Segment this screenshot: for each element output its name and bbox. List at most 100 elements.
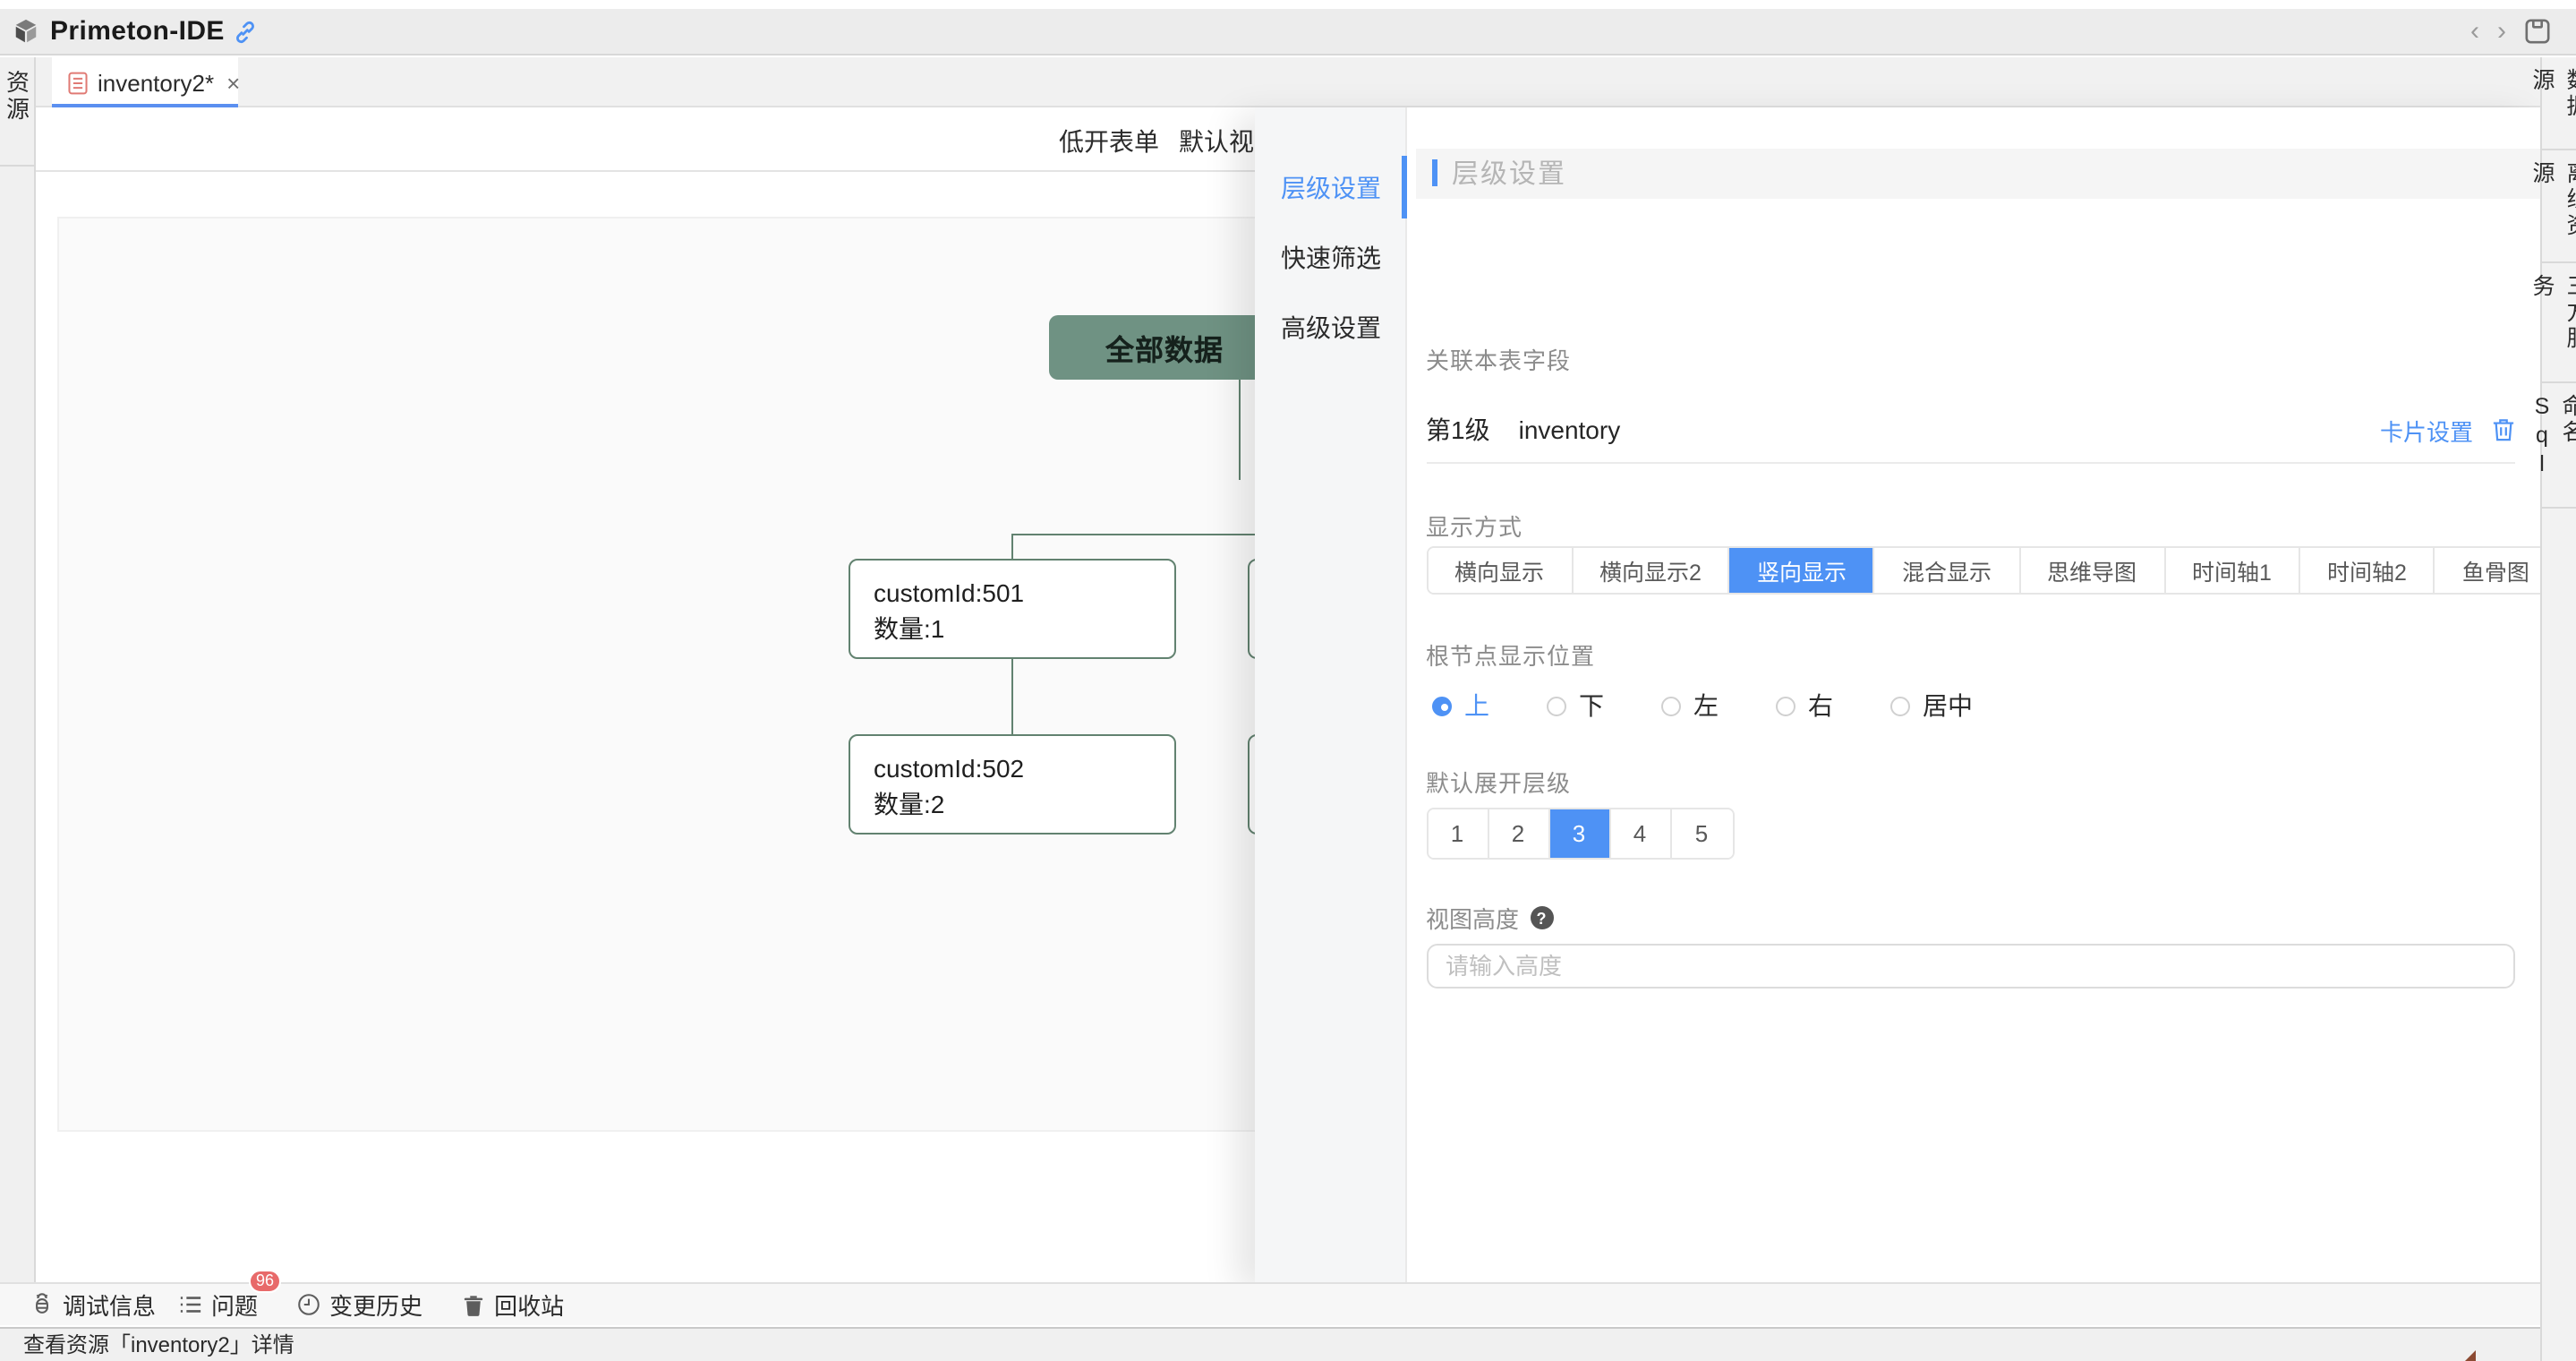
radio-icon xyxy=(1547,696,1566,715)
bottom-toolbar: 调试信息 问题 96 变更历史 回收站 xyxy=(0,1282,2576,1324)
display-mode-mixed[interactable]: 混合显示 xyxy=(1875,548,2020,593)
status-text: 查看资源「inventory2」详情 xyxy=(23,1330,294,1360)
save-icon[interactable] xyxy=(2524,18,2551,45)
app-title: Primeton-IDE xyxy=(50,16,225,47)
tree-connector-horizontal xyxy=(1011,534,1275,535)
node-quantity: 数量:1 xyxy=(874,611,1173,646)
display-mode-group: 横向显示 横向显示2 竖向显示 混合显示 思维导图 时间轴1 时间轴2 鱼骨图 xyxy=(1426,546,2558,595)
header-accent-bar xyxy=(1432,159,1437,186)
change-history-button[interactable]: 变更历史 xyxy=(297,1288,422,1322)
level-row: 第1级 inventory 卡片设置 xyxy=(1426,412,2514,448)
view-height-input[interactable] xyxy=(1426,944,2514,989)
expand-level-5[interactable]: 5 xyxy=(1671,809,1732,858)
root-position-label: 根节点显示位置 xyxy=(1426,638,1595,672)
sidebar-item-label: 数据源 xyxy=(2525,68,2576,134)
title-bar: Primeton-IDE ‹ › xyxy=(0,9,2576,56)
delete-level-icon[interactable] xyxy=(2491,417,2514,442)
recycle-bin-button[interactable]: 回收站 xyxy=(462,1288,564,1322)
radio-label: 下 xyxy=(1579,688,1604,723)
view-height-row: 视图高度 ? xyxy=(1426,901,1553,935)
sidebar-item-label: 三方服务 xyxy=(2525,274,2576,367)
tree-connector-branch-down xyxy=(1011,534,1012,559)
radio-icon xyxy=(1661,696,1681,715)
app-window: Primeton-IDE ‹ › 资源 inventory2* × xyxy=(0,0,2576,1361)
view-height-label: 视图高度 xyxy=(1426,901,1519,935)
display-mode-timeline1[interactable]: 时间轴1 xyxy=(2165,548,2300,593)
document-icon xyxy=(67,71,87,94)
radio-left[interactable]: 左 xyxy=(1661,688,1719,723)
sidebar-item-named-sql[interactable]: 命名Sql xyxy=(2542,383,2576,509)
level-label: 第1级 xyxy=(1426,412,1490,448)
tree-node-501[interactable]: customId:501 数量:1 xyxy=(849,559,1175,659)
debug-info-label: 调试信息 xyxy=(63,1288,156,1322)
list-icon xyxy=(179,1293,202,1316)
expand-level-2[interactable]: 2 xyxy=(1488,809,1549,858)
radio-label: 右 xyxy=(1808,688,1833,723)
radio-top[interactable]: 上 xyxy=(1432,688,1489,723)
menu-item-label: 快速筛选 xyxy=(1281,239,1381,275)
drawer-menu: 层级设置 快速筛选 高级设置 xyxy=(1254,107,1407,1281)
menu-active-indicator xyxy=(1402,156,1407,218)
problems-label: 问题 xyxy=(211,1288,258,1322)
trash-icon xyxy=(462,1293,485,1316)
menu-item-label: 高级设置 xyxy=(1281,309,1381,345)
tree-connector-root-vertical xyxy=(1238,380,1240,480)
radio-center[interactable]: 居中 xyxy=(1890,688,1973,723)
link-icon[interactable] xyxy=(234,19,259,44)
expand-level-4[interactable]: 4 xyxy=(1610,809,1671,858)
tab-close-icon[interactable]: × xyxy=(226,69,240,96)
drawer-content: 层级设置 关联本表字段 第1级 inventory 卡片设置 显示方式 横向显示… xyxy=(1409,107,2540,1281)
expand-level-1[interactable]: 1 xyxy=(1428,809,1488,858)
radio-bottom[interactable]: 下 xyxy=(1547,688,1604,723)
canvas-tab-lowcode-form[interactable]: 低开表单 xyxy=(1059,124,1159,159)
section-divider xyxy=(1426,462,2514,464)
tree-connector-between-nodes xyxy=(1011,659,1012,734)
menu-item-quick-filter[interactable]: 快速筛选 xyxy=(1254,222,1405,292)
display-mode-timeline2[interactable]: 时间轴2 xyxy=(2300,548,2435,593)
status-bar: 查看资源「inventory2」详情 xyxy=(0,1326,2576,1361)
display-mode-fishbone[interactable]: 鱼骨图 xyxy=(2435,548,2556,593)
tree-view-canvas[interactable]: 全部数据 customId:501 数量:1 customId:502 数量:2 xyxy=(56,217,1275,1132)
tree-root-node[interactable]: 全部数据 xyxy=(1048,314,1275,380)
display-mode-mindmap[interactable]: 思维导图 xyxy=(2020,548,2165,593)
canvas-toolbar: 低开表单 默认视图 xyxy=(35,107,1275,172)
expand-level-3[interactable]: 3 xyxy=(1549,809,1610,858)
sidebar-item-third-party-services[interactable]: 三方服务 xyxy=(2542,263,2576,383)
debug-info-button[interactable]: 调试信息 xyxy=(30,1288,156,1322)
display-mode-horizontal[interactable]: 横向显示 xyxy=(1428,548,1573,593)
tab-inventory2[interactable]: inventory2* × xyxy=(51,57,237,107)
back-icon[interactable]: ‹ xyxy=(2470,18,2479,45)
radio-icon xyxy=(1432,696,1452,715)
help-icon[interactable]: ? xyxy=(1530,906,1553,929)
radio-right[interactable]: 右 xyxy=(1776,688,1833,723)
root-position-group: 上 下 左 右 居中 xyxy=(1432,688,2030,723)
tree-node-502[interactable]: customId:502 数量:2 xyxy=(849,734,1175,835)
sidebar-divider xyxy=(0,164,33,166)
panel-title: 层级设置 xyxy=(1452,154,1566,192)
forward-icon[interactable]: › xyxy=(2497,18,2506,45)
panel-header: 层级设置 xyxy=(1416,148,2540,198)
level-field-value: inventory xyxy=(1519,415,1621,444)
sidebar-item-label: 离线资源 xyxy=(2525,161,2576,247)
cursor-artifact xyxy=(2465,1350,2476,1361)
problems-badge: 96 xyxy=(249,1270,281,1293)
problems-button[interactable]: 问题 96 xyxy=(179,1288,258,1322)
tree-root-label: 全部数据 xyxy=(1105,326,1224,369)
display-mode-horizontal2[interactable]: 横向显示2 xyxy=(1573,548,1730,593)
display-mode-label: 显示方式 xyxy=(1426,509,1523,543)
node-custom-id: customId:502 xyxy=(874,750,1173,786)
radio-icon xyxy=(1776,696,1796,715)
menu-item-hierarchy-settings[interactable]: 层级设置 xyxy=(1254,152,1405,222)
card-settings-link[interactable]: 卡片设置 xyxy=(2380,413,2473,447)
sidebar-item-datasource[interactable]: 数据源 xyxy=(2542,57,2576,150)
fields-label: 关联本表字段 xyxy=(1426,342,1571,376)
sidebar-item-resources[interactable]: 资源 xyxy=(0,70,33,124)
left-sidebar: 资源 xyxy=(0,57,35,1282)
change-history-label: 变更历史 xyxy=(329,1288,422,1322)
menu-item-advanced-settings[interactable]: 高级设置 xyxy=(1254,292,1405,362)
radio-label: 左 xyxy=(1693,688,1719,723)
sidebar-item-label: 命名Sql xyxy=(2529,394,2576,492)
tab-label: inventory2* xyxy=(98,69,214,96)
sidebar-item-offline-resources[interactable]: 离线资源 xyxy=(2542,150,2576,263)
display-mode-vertical[interactable]: 竖向显示 xyxy=(1730,548,1875,593)
